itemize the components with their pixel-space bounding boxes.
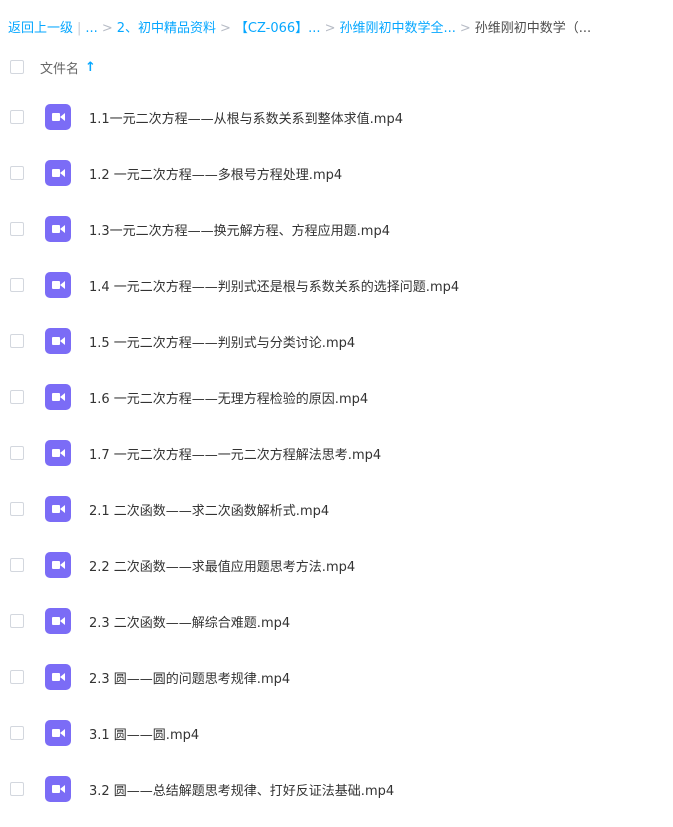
back-link[interactable]: 返回上一级: [8, 21, 73, 36]
file-name[interactable]: 1.2 一元二次方程——多根号方程处理.mp4: [89, 164, 342, 183]
video-file-icon: [45, 664, 71, 690]
file-row[interactable]: 1.6 一元二次方程——无理方程检验的原因.mp4: [0, 369, 673, 425]
video-file-icon: [45, 776, 71, 802]
file-row[interactable]: 2.3 圆——圆的问题思考规律.mp4: [0, 649, 673, 705]
video-file-icon: [45, 104, 71, 130]
filename-column-header[interactable]: 文件名: [40, 58, 79, 77]
file-name[interactable]: 1.7 一元二次方程——一元二次方程解法思考.mp4: [89, 444, 381, 463]
file-checkbox[interactable]: [10, 726, 24, 740]
video-file-icon: [45, 720, 71, 746]
file-name[interactable]: 1.3一元二次方程——换元解方程、方程应用题.mp4: [89, 220, 390, 239]
breadcrumb-separator: >: [324, 21, 336, 36]
file-name[interactable]: 2.3 二次函数——解综合难题.mp4: [89, 612, 290, 631]
video-file-icon: [45, 216, 71, 242]
file-checkbox[interactable]: [10, 558, 24, 572]
file-name[interactable]: 2.1 二次函数——求二次函数解析式.mp4: [89, 500, 329, 519]
breadcrumb-crumb-3[interactable]: 孙维刚初中数学全...: [339, 21, 455, 36]
breadcrumb-crumb-1[interactable]: 2、初中精品资料: [117, 21, 216, 36]
list-header: 文件名 ↑: [10, 58, 96, 77]
file-checkbox[interactable]: [10, 334, 24, 348]
file-name[interactable]: 1.5 一元二次方程——判别式与分类讨论.mp4: [89, 332, 355, 351]
breadcrumb-current: 孙维刚初中数学（...: [474, 21, 592, 36]
file-checkbox[interactable]: [10, 110, 24, 124]
file-name[interactable]: 1.4 一元二次方程——判别式还是根与系数关系的选择问题.mp4: [89, 276, 459, 295]
file-row[interactable]: 2.2 二次函数——求最值应用题思考方法.mp4: [0, 537, 673, 593]
breadcrumb-separator: >: [101, 21, 113, 36]
file-row[interactable]: 1.4 一元二次方程——判别式还是根与系数关系的选择问题.mp4: [0, 257, 673, 313]
video-file-icon: [45, 272, 71, 298]
file-checkbox[interactable]: [10, 390, 24, 404]
breadcrumb: 返回上一级 |... >2、初中精品资料 > 【CZ-066】... > 孙维刚初中数学全.…: [8, 20, 673, 38]
video-file-icon: [45, 552, 71, 578]
file-list: 1.1一元二次方程——从根与系数关系到整体求值.mp4 1.2 一元二次方程——多…: [0, 89, 673, 817]
file-row[interactable]: 1.2 一元二次方程——多根号方程处理.mp4: [0, 145, 673, 201]
breadcrumb-separator: >: [220, 21, 231, 36]
breadcrumb-divider: |: [77, 21, 82, 36]
select-all-checkbox[interactable]: [10, 60, 24, 74]
file-checkbox[interactable]: [10, 222, 24, 236]
video-file-icon: [45, 608, 71, 634]
file-checkbox[interactable]: [10, 782, 24, 796]
video-file-icon: [45, 384, 71, 410]
file-name[interactable]: 1.1一元二次方程——从根与系数关系到整体求值.mp4: [89, 108, 403, 127]
file-row[interactable]: 1.7 一元二次方程——一元二次方程解法思考.mp4: [0, 425, 673, 481]
file-row[interactable]: 2.1 二次函数——求二次函数解析式.mp4: [0, 481, 673, 537]
file-checkbox[interactable]: [10, 166, 24, 180]
file-checkbox[interactable]: [10, 670, 24, 684]
video-file-icon: [45, 328, 71, 354]
file-name[interactable]: 2.2 二次函数——求最值应用题思考方法.mp4: [89, 556, 355, 575]
video-file-icon: [45, 160, 71, 186]
file-checkbox[interactable]: [10, 614, 24, 628]
file-row[interactable]: 2.3 二次函数——解综合难题.mp4: [0, 593, 673, 649]
file-checkbox[interactable]: [10, 278, 24, 292]
sort-ascending-icon[interactable]: ↑: [85, 60, 96, 75]
file-name[interactable]: 3.1 圆——圆.mp4: [89, 724, 199, 743]
file-row[interactable]: 1.3一元二次方程——换元解方程、方程应用题.mp4: [0, 201, 673, 257]
breadcrumb-ellipsis[interactable]: ...: [85, 21, 97, 36]
video-file-icon: [45, 496, 71, 522]
file-checkbox[interactable]: [10, 502, 24, 516]
file-name[interactable]: 2.3 圆——圆的问题思考规律.mp4: [89, 668, 290, 687]
breadcrumb-crumb-2[interactable]: 【CZ-066】...: [235, 21, 321, 36]
video-file-icon: [45, 440, 71, 466]
file-row[interactable]: 1.5 一元二次方程——判别式与分类讨论.mp4: [0, 313, 673, 369]
file-name[interactable]: 1.6 一元二次方程——无理方程检验的原因.mp4: [89, 388, 368, 407]
file-row[interactable]: 3.1 圆——圆.mp4: [0, 705, 673, 761]
file-row[interactable]: 3.2 圆——总结解题思考规律、打好反证法基础.mp4: [0, 761, 673, 817]
file-row[interactable]: 1.1一元二次方程——从根与系数关系到整体求值.mp4: [0, 89, 673, 145]
breadcrumb-separator: >: [459, 21, 471, 36]
file-checkbox[interactable]: [10, 446, 24, 460]
file-name[interactable]: 3.2 圆——总结解题思考规律、打好反证法基础.mp4: [89, 780, 394, 799]
